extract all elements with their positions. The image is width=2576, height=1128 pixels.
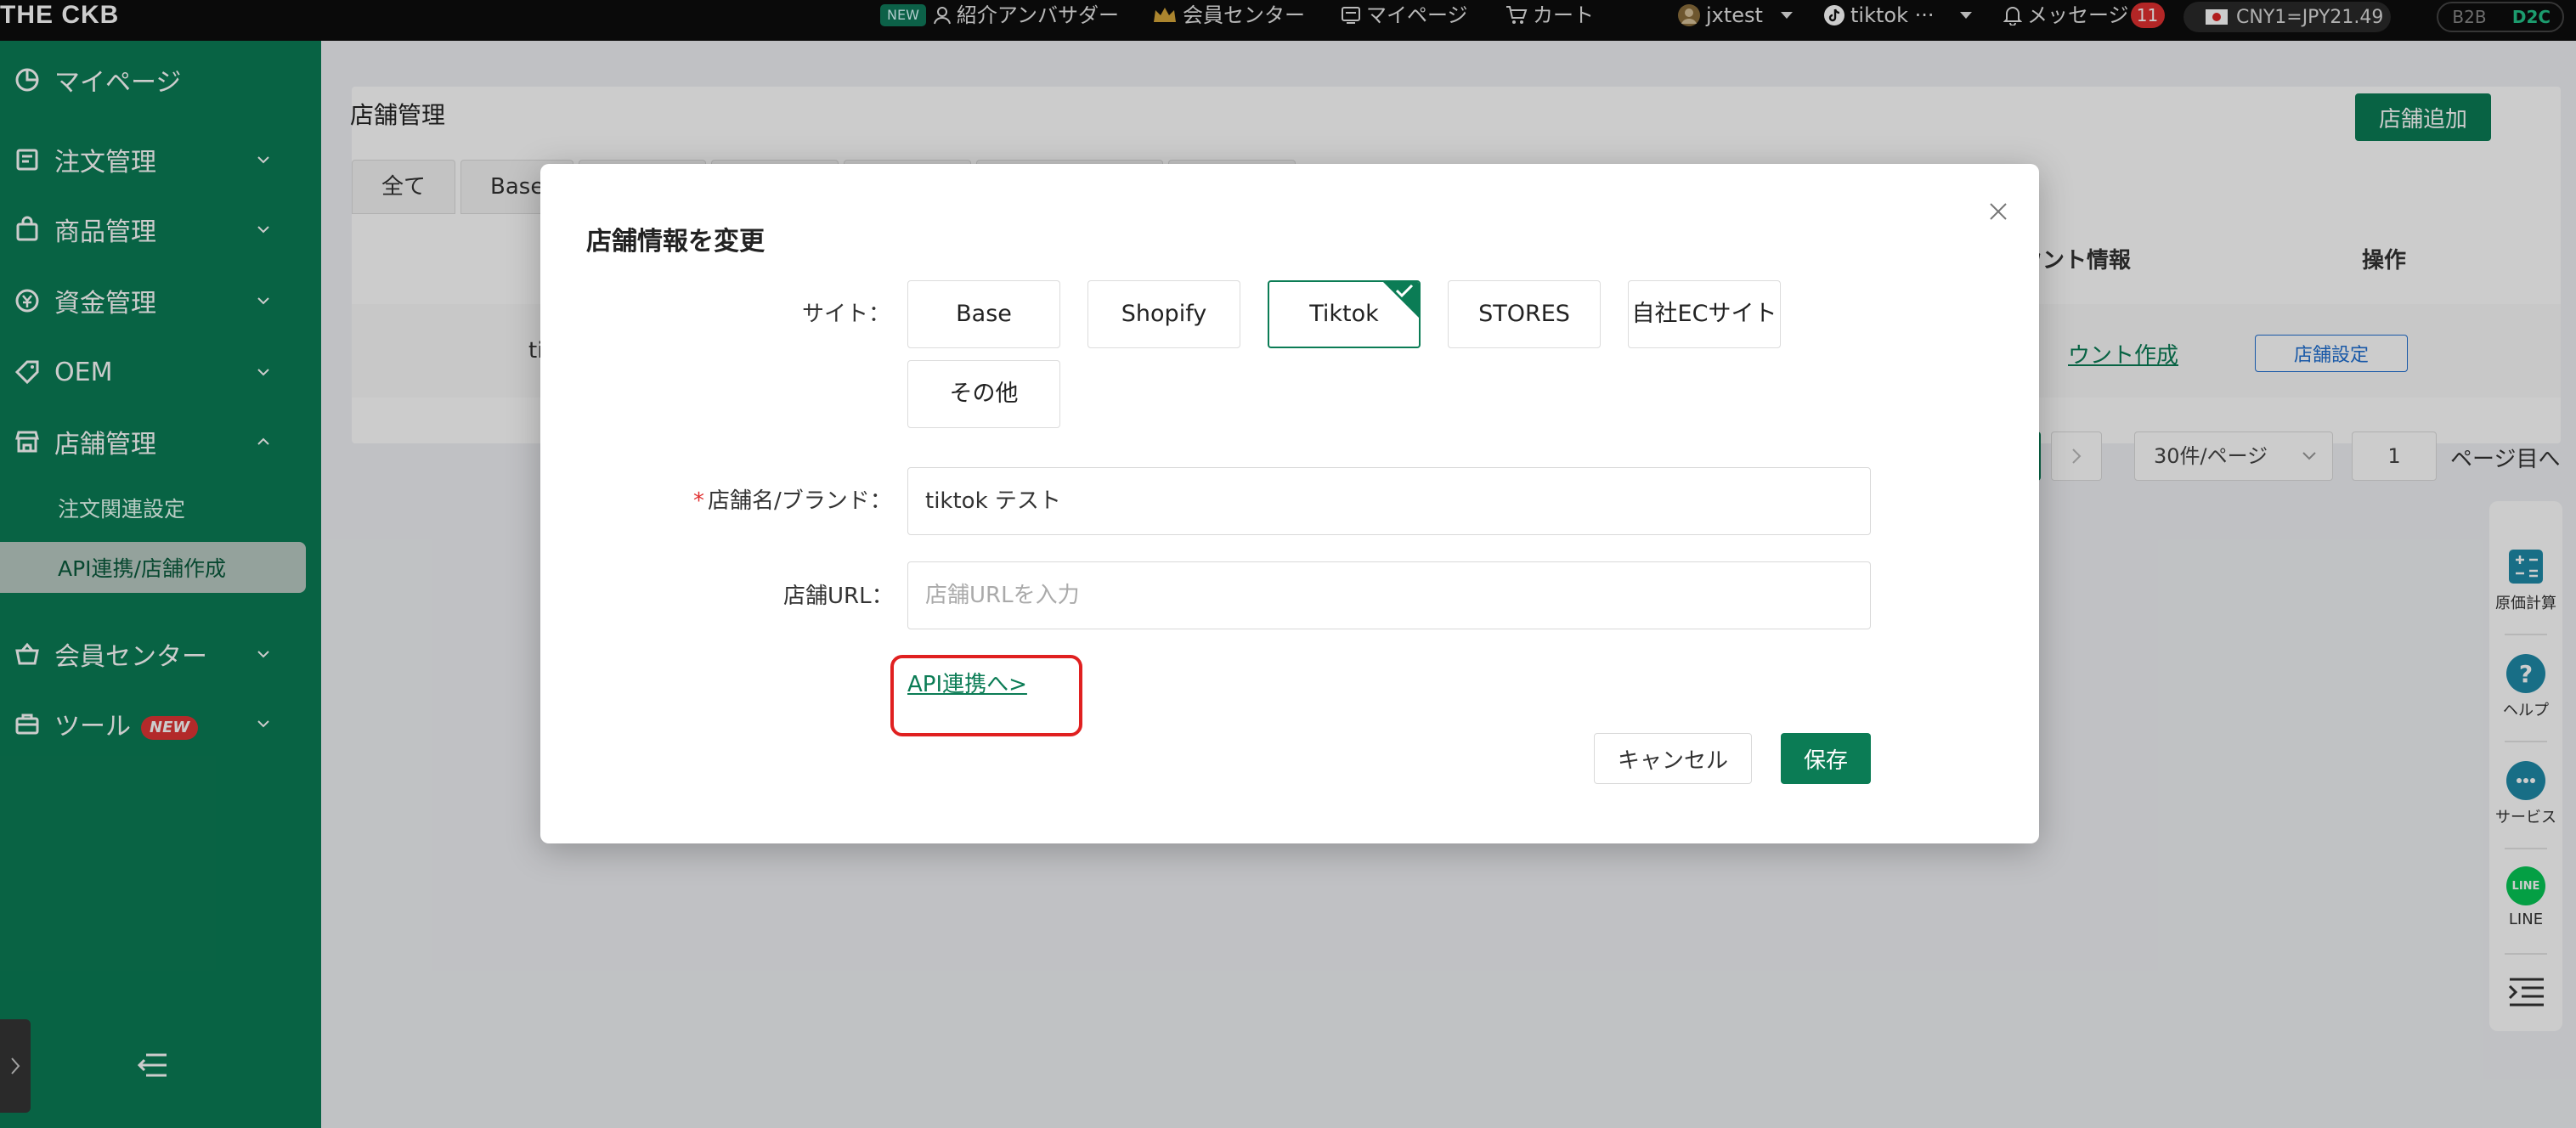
required-mark: *	[693, 488, 704, 514]
site-option-other[interactable]: その他	[907, 360, 1060, 428]
site-label: サイト：	[802, 302, 891, 327]
edit-store-dialog: 店舗情報を変更 サイト： Base Shopify Tiktok STORES …	[540, 164, 2039, 843]
store-name-label: * 店舗名/ブランド：	[693, 483, 892, 515]
site-option-shopify[interactable]: Shopify	[1087, 280, 1240, 348]
site-option-tiktok-label: Tiktok	[1309, 301, 1379, 327]
store-url-label: 店舗URL：	[783, 584, 894, 609]
store-name-label-text: 店舗名/ブランド：	[708, 488, 892, 514]
close-button[interactable]	[1985, 198, 2012, 225]
site-option-own-ec[interactable]: 自社ECサイト	[1628, 280, 1781, 348]
cancel-button[interactable]: キャンセル	[1594, 733, 1752, 784]
site-option-stores[interactable]: STORES	[1448, 280, 1601, 348]
save-button[interactable]: 保存	[1781, 733, 1871, 784]
store-name-input[interactable]: tiktok テスト	[907, 467, 1871, 535]
site-option-base[interactable]: Base	[907, 280, 1060, 348]
dialog-title: 店舗情報を変更	[586, 227, 765, 257]
check-icon	[1395, 284, 1414, 298]
store-url-input[interactable]	[907, 561, 1871, 629]
close-icon	[1990, 203, 2007, 220]
api-link[interactable]: API連携へ>	[907, 667, 1027, 698]
site-option-tiktok[interactable]: Tiktok	[1268, 280, 1421, 348]
